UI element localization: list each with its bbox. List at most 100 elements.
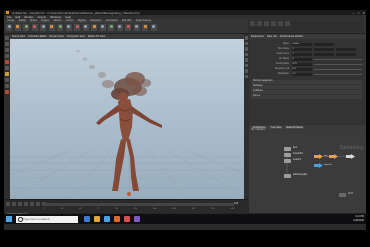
display-option-icon[interactable]: [244, 36, 249, 40]
node-box[interactable]: [284, 153, 291, 157]
point-light-icon[interactable]: [250, 21, 255, 26]
shelf-tab[interactable]: Characters: [88, 19, 103, 23]
null-icon[interactable]: [48, 24, 55, 31]
font-icon[interactable]: [99, 24, 106, 31]
param-field[interactable]: [336, 47, 356, 51]
network-node[interactable]: pop_source: [314, 154, 335, 159]
camera-shelf-icon[interactable]: [285, 21, 290, 26]
display-option-icon[interactable]: [244, 58, 249, 62]
close-icon[interactable]: ✕: [362, 11, 365, 15]
param-field[interactable]: 1: [292, 47, 312, 51]
tube-icon[interactable]: [23, 24, 29, 31]
param-field[interactable]: [314, 42, 334, 46]
scene-viewport[interactable]: [10, 39, 248, 199]
param-field[interactable]: 0.4: [292, 67, 312, 71]
network-editor[interactable]: Geometry file1 timeshift1 scatter1 attri…: [249, 133, 366, 213]
node-box[interactable]: [339, 193, 346, 197]
tab-composite-view[interactable]: Composite View: [67, 35, 85, 38]
spot-light-icon[interactable]: [257, 21, 262, 26]
play-reverse-icon[interactable]: [18, 202, 22, 206]
param-field[interactable]: smoke: [292, 42, 312, 46]
stop-icon[interactable]: [24, 202, 28, 206]
display-option-icon[interactable]: [244, 52, 249, 56]
metaball-icon[interactable]: [125, 24, 131, 31]
tab-material-palette[interactable]: Material Palette: [284, 125, 305, 129]
l-system-icon[interactable]: [116, 24, 123, 31]
maximize-icon[interactable]: □: [357, 11, 359, 15]
circle-icon[interactable]: [65, 24, 72, 31]
param-slider[interactable]: [314, 58, 362, 60]
network-node[interactable]: dopnet1: [314, 163, 332, 168]
param-field[interactable]: 0.75: [292, 62, 312, 66]
view-tool-icon[interactable]: [5, 72, 9, 76]
windows-start-icon[interactable]: [6, 216, 12, 222]
browser-icon[interactable]: [104, 215, 110, 222]
shelf-tab[interactable]: Rigging: [76, 19, 88, 23]
brush-tool-icon[interactable]: [5, 84, 9, 88]
curve-icon[interactable]: [74, 24, 80, 31]
tab-animation-editor[interactable]: Animation Editor: [28, 35, 46, 38]
current-frame[interactable]: 124: [234, 202, 238, 205]
rotate-tool-icon[interactable]: [5, 48, 9, 52]
sky-light-icon[interactable]: [271, 21, 276, 26]
timeline-scrubber[interactable]: [44, 203, 234, 206]
move-tool-icon[interactable]: [5, 42, 9, 46]
display-option-icon[interactable]: [244, 41, 249, 45]
line-icon[interactable]: [57, 24, 63, 31]
shelf-tab[interactable]: Model: [28, 19, 38, 23]
network-node[interactable]: [346, 154, 355, 159]
step-forward-icon[interactable]: [36, 202, 40, 206]
display-option-icon[interactable]: [244, 74, 249, 78]
shelf-tab[interactable]: Polygon: [39, 19, 51, 23]
network-node[interactable]: [329, 154, 338, 159]
tab-take-list[interactable]: Take List: [267, 35, 277, 38]
box-icon[interactable]: [6, 24, 12, 31]
display-option-icon[interactable]: [244, 63, 249, 67]
system-tray[interactable]: 4:12 PM 6/18/2020: [353, 215, 364, 222]
taskbar-search[interactable]: Type here to search: [16, 215, 78, 223]
handle-tool-icon[interactable]: [5, 60, 9, 64]
tab-render-view[interactable]: Render View: [50, 35, 64, 38]
param-field[interactable]: [314, 52, 334, 56]
param-section[interactable]: Substeps: [251, 85, 362, 89]
scale-tool-icon[interactable]: [5, 54, 9, 58]
shelf-tab[interactable]: Guide Process: [134, 19, 153, 23]
minimize-icon[interactable]: –: [353, 11, 355, 15]
path-icon[interactable]: [82, 24, 89, 31]
platonic-icon[interactable]: [108, 24, 114, 31]
spray-icon[interactable]: [91, 24, 97, 31]
houdini-app-icon[interactable]: [114, 215, 120, 222]
snap-tool-icon[interactable]: [5, 78, 9, 82]
task-view-icon[interactable]: [84, 215, 90, 222]
grid-icon[interactable]: [40, 24, 46, 31]
param-slider[interactable]: [314, 63, 362, 65]
shelf-tab[interactable]: Modify: [17, 19, 28, 23]
shelf-tab[interactable]: Create: [6, 19, 16, 23]
area-light-icon[interactable]: [264, 21, 269, 26]
tab-motion-fx-view[interactable]: Motion FX View: [88, 35, 105, 38]
camera-icon[interactable]: [150, 24, 157, 31]
shelf-tab[interactable]: Constraints: [104, 19, 119, 23]
tab-tree-view[interactable]: Tree View: [269, 125, 283, 129]
jump-start-icon[interactable]: [6, 202, 10, 206]
step-back-icon[interactable]: [12, 202, 16, 206]
param-field[interactable]: 0.1: [292, 72, 312, 76]
file-explorer-icon[interactable]: [94, 215, 100, 222]
param-section[interactable]: Particle Separation: [251, 80, 362, 84]
light-icon[interactable]: [142, 24, 148, 31]
param-field[interactable]: [314, 47, 334, 51]
shelf-tab[interactable]: Hair Utils: [120, 19, 133, 23]
param-field[interactable]: [336, 52, 356, 56]
play-icon[interactable]: [30, 202, 34, 206]
file-icon[interactable]: [133, 24, 140, 31]
param-slider[interactable]: [314, 68, 362, 70]
record-icon[interactable]: [5, 90, 9, 94]
torus-icon[interactable]: [31, 24, 38, 31]
display-option-icon[interactable]: [244, 47, 249, 51]
param-field[interactable]: 0: [292, 57, 312, 61]
param-section[interactable]: Forces: [251, 95, 362, 99]
tab-scene-view[interactable]: Scene View: [12, 35, 25, 38]
param-field[interactable]: 1: [292, 52, 312, 56]
tab-performance-monitor[interactable]: Performance Monitor: [280, 35, 303, 38]
shelf-tab[interactable]: Texture: [64, 19, 75, 23]
